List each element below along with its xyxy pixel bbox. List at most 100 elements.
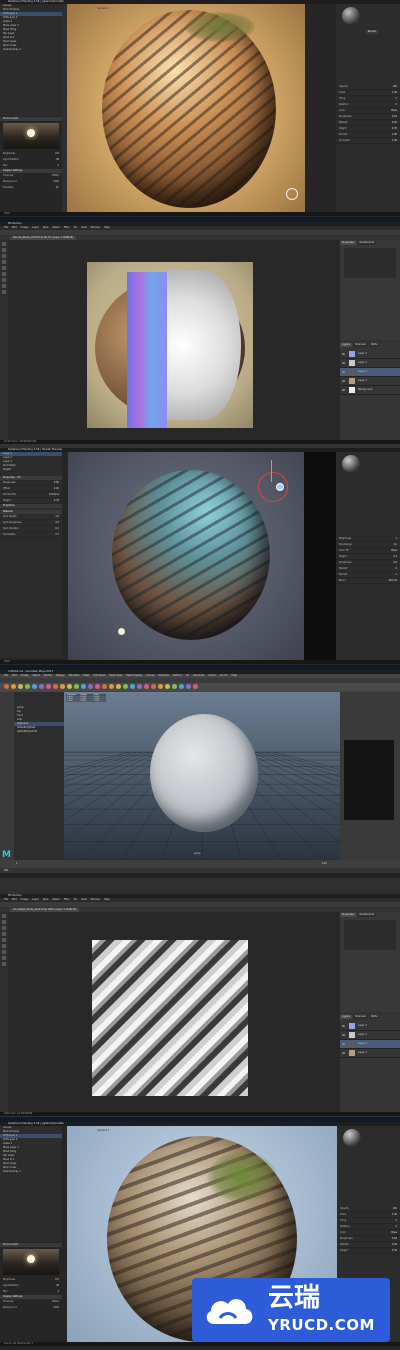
layer-name[interactable]: Background [358,386,372,394]
shelf-tool-icon[interactable] [25,684,30,689]
shelf-tool-icon[interactable] [172,684,177,689]
property-value[interactable]: 0 [396,1224,397,1229]
menu-item[interactable]: Filter [64,226,70,229]
brush-tool-icon[interactable] [2,260,6,264]
gradient-tool-icon[interactable] [2,944,6,948]
visibility-eye-icon[interactable] [342,1034,345,1036]
layer-row[interactable]: Layer 2 [340,368,400,377]
maya-viewport[interactable]: Translate Rotate Scale 0.000 0.000 1.000 0.000… [64,692,340,860]
shelf-tool-icon[interactable] [193,684,198,689]
property-value[interactable]: 1 [396,572,397,577]
menu-item[interactable]: Windows [69,674,80,677]
menu-item[interactable]: 3D [74,898,77,901]
layer-row[interactable]: Layer 4 [340,350,400,359]
menu-item[interactable]: Layer [32,898,39,901]
shelf-tool-icon[interactable] [102,684,107,689]
layer-name[interactable]: Layer 3 [358,1031,367,1039]
shelf-tool-icon[interactable] [81,684,86,689]
visibility-eye-icon[interactable] [342,380,345,382]
shelf-tool-icon[interactable] [18,684,23,689]
visibility-eye-icon[interactable] [342,371,345,373]
panel-tab[interactable]: Properties [340,241,357,245]
shelf-tool-icon[interactable] [158,684,163,689]
property-value[interactable]: 100 [393,84,397,89]
layer-name[interactable]: Layer 4 [358,1022,367,1030]
shelf-tool-icon[interactable] [53,684,58,689]
type-tool-icon[interactable] [2,950,6,954]
shelf-tool-icon[interactable] [144,684,149,689]
shelf-tool-icon[interactable] [4,684,9,689]
tree-item[interactable]: defaultObjectSet [14,730,64,734]
menu-item[interactable]: 3D [74,226,77,229]
tree-item[interactable]: Height [0,468,62,472]
property-value[interactable]: 0.60 [54,480,59,485]
menu-item[interactable]: Mesh Tools [109,674,122,677]
menu-item[interactable]: Layer [32,226,39,229]
shelf-tool-icon[interactable] [11,684,16,689]
shelf-tool-icon[interactable] [116,684,121,689]
viewport-3d[interactable]: Camera 1 [67,4,305,212]
shelf-tool-icon[interactable] [95,684,100,689]
canvas-area[interactable] [8,240,340,440]
menu-item[interactable]: File [4,898,8,901]
property-value[interactable]: On [56,185,59,190]
menu-item[interactable]: Filter [64,898,70,901]
property-value[interactable]: 0 [396,102,397,107]
menu-item[interactable]: Image [21,898,29,901]
shelf-tool-icon[interactable] [67,684,72,689]
visibility-eye-icon[interactable] [342,1043,345,1045]
layer-name[interactable]: Layer 1 [358,1049,367,1057]
layer-name[interactable]: Layer 4 [358,350,367,358]
property-row[interactable]: Height 0.35 [0,498,62,504]
property-value[interactable]: 0.35 [54,498,59,503]
menu-item[interactable]: Help [104,226,109,229]
layer-row[interactable]: Background [340,386,400,395]
tree-item[interactable]: Dust Overlay 1 [0,48,62,52]
layer-row[interactable]: Layer 3 [340,359,400,368]
shelf-tool-icon[interactable] [130,684,135,689]
property-row[interactable]: Blur 2 [0,1289,62,1295]
property-value[interactable]: 0 [396,566,397,571]
tree-item[interactable]: Dust Overlay 1 [0,1170,62,1174]
menu-item[interactable]: Image [21,226,29,229]
property-row[interactable]: Height 0.35 [337,1248,400,1254]
shelf-bar[interactable]: Shelf [0,212,400,216]
timeline-start[interactable]: 1 [16,862,18,865]
property-value[interactable]: 0.5 [55,1277,59,1282]
property-value[interactable]: 0.5 [55,151,59,156]
property-value[interactable]: 1.00 [392,138,397,143]
property-value[interactable]: 45 [56,157,59,162]
shelf-tool-icon[interactable] [88,684,93,689]
brush-tool-icon[interactable] [2,932,6,936]
panel-tab[interactable]: Paths [368,1015,380,1019]
panel-tab[interactable]: Channels [352,1015,368,1019]
material-ball[interactable] [342,7,360,25]
property-value[interactable]: 0.00 [392,120,397,125]
menu-item[interactable]: Select [52,898,59,901]
layer-row[interactable]: Layer 1 [340,1049,400,1058]
visibility-eye-icon[interactable] [342,389,345,391]
property-row[interactable]: Sand Ratio 0.7 [0,532,62,538]
shelf-tool-icon[interactable] [60,684,65,689]
light-gizmo-icon[interactable] [286,188,298,200]
property-value[interactable]: 0.62 [392,114,397,119]
layer-name[interactable]: Layer 3 [358,359,367,367]
menu-item[interactable]: Create [21,674,29,677]
menu-item[interactable]: Arnold [220,674,228,677]
menu-item[interactable]: Mesh Display [126,674,142,677]
menu-item[interactable]: Curves [146,674,154,677]
menu-item[interactable]: Cache [208,674,215,677]
eraser-tool-icon[interactable] [2,266,6,270]
layer-row[interactable]: Layer 1 [340,377,400,386]
menu-item[interactable]: Help [232,674,237,677]
move-tool-icon[interactable] [2,242,6,246]
menu-item[interactable]: Deform [173,674,182,677]
panel-tab[interactable]: Layers [340,343,352,347]
wire-sphere[interactable] [150,714,258,832]
property-value[interactable]: Solid [53,179,59,184]
layer-name[interactable]: Layer 2 [358,368,367,376]
menu-item[interactable]: Generate [193,674,204,677]
property-row[interactable]: Shadows On [0,185,62,191]
panel-tab[interactable]: Adjustments [357,241,377,245]
menu-item[interactable]: Mesh [83,674,89,677]
